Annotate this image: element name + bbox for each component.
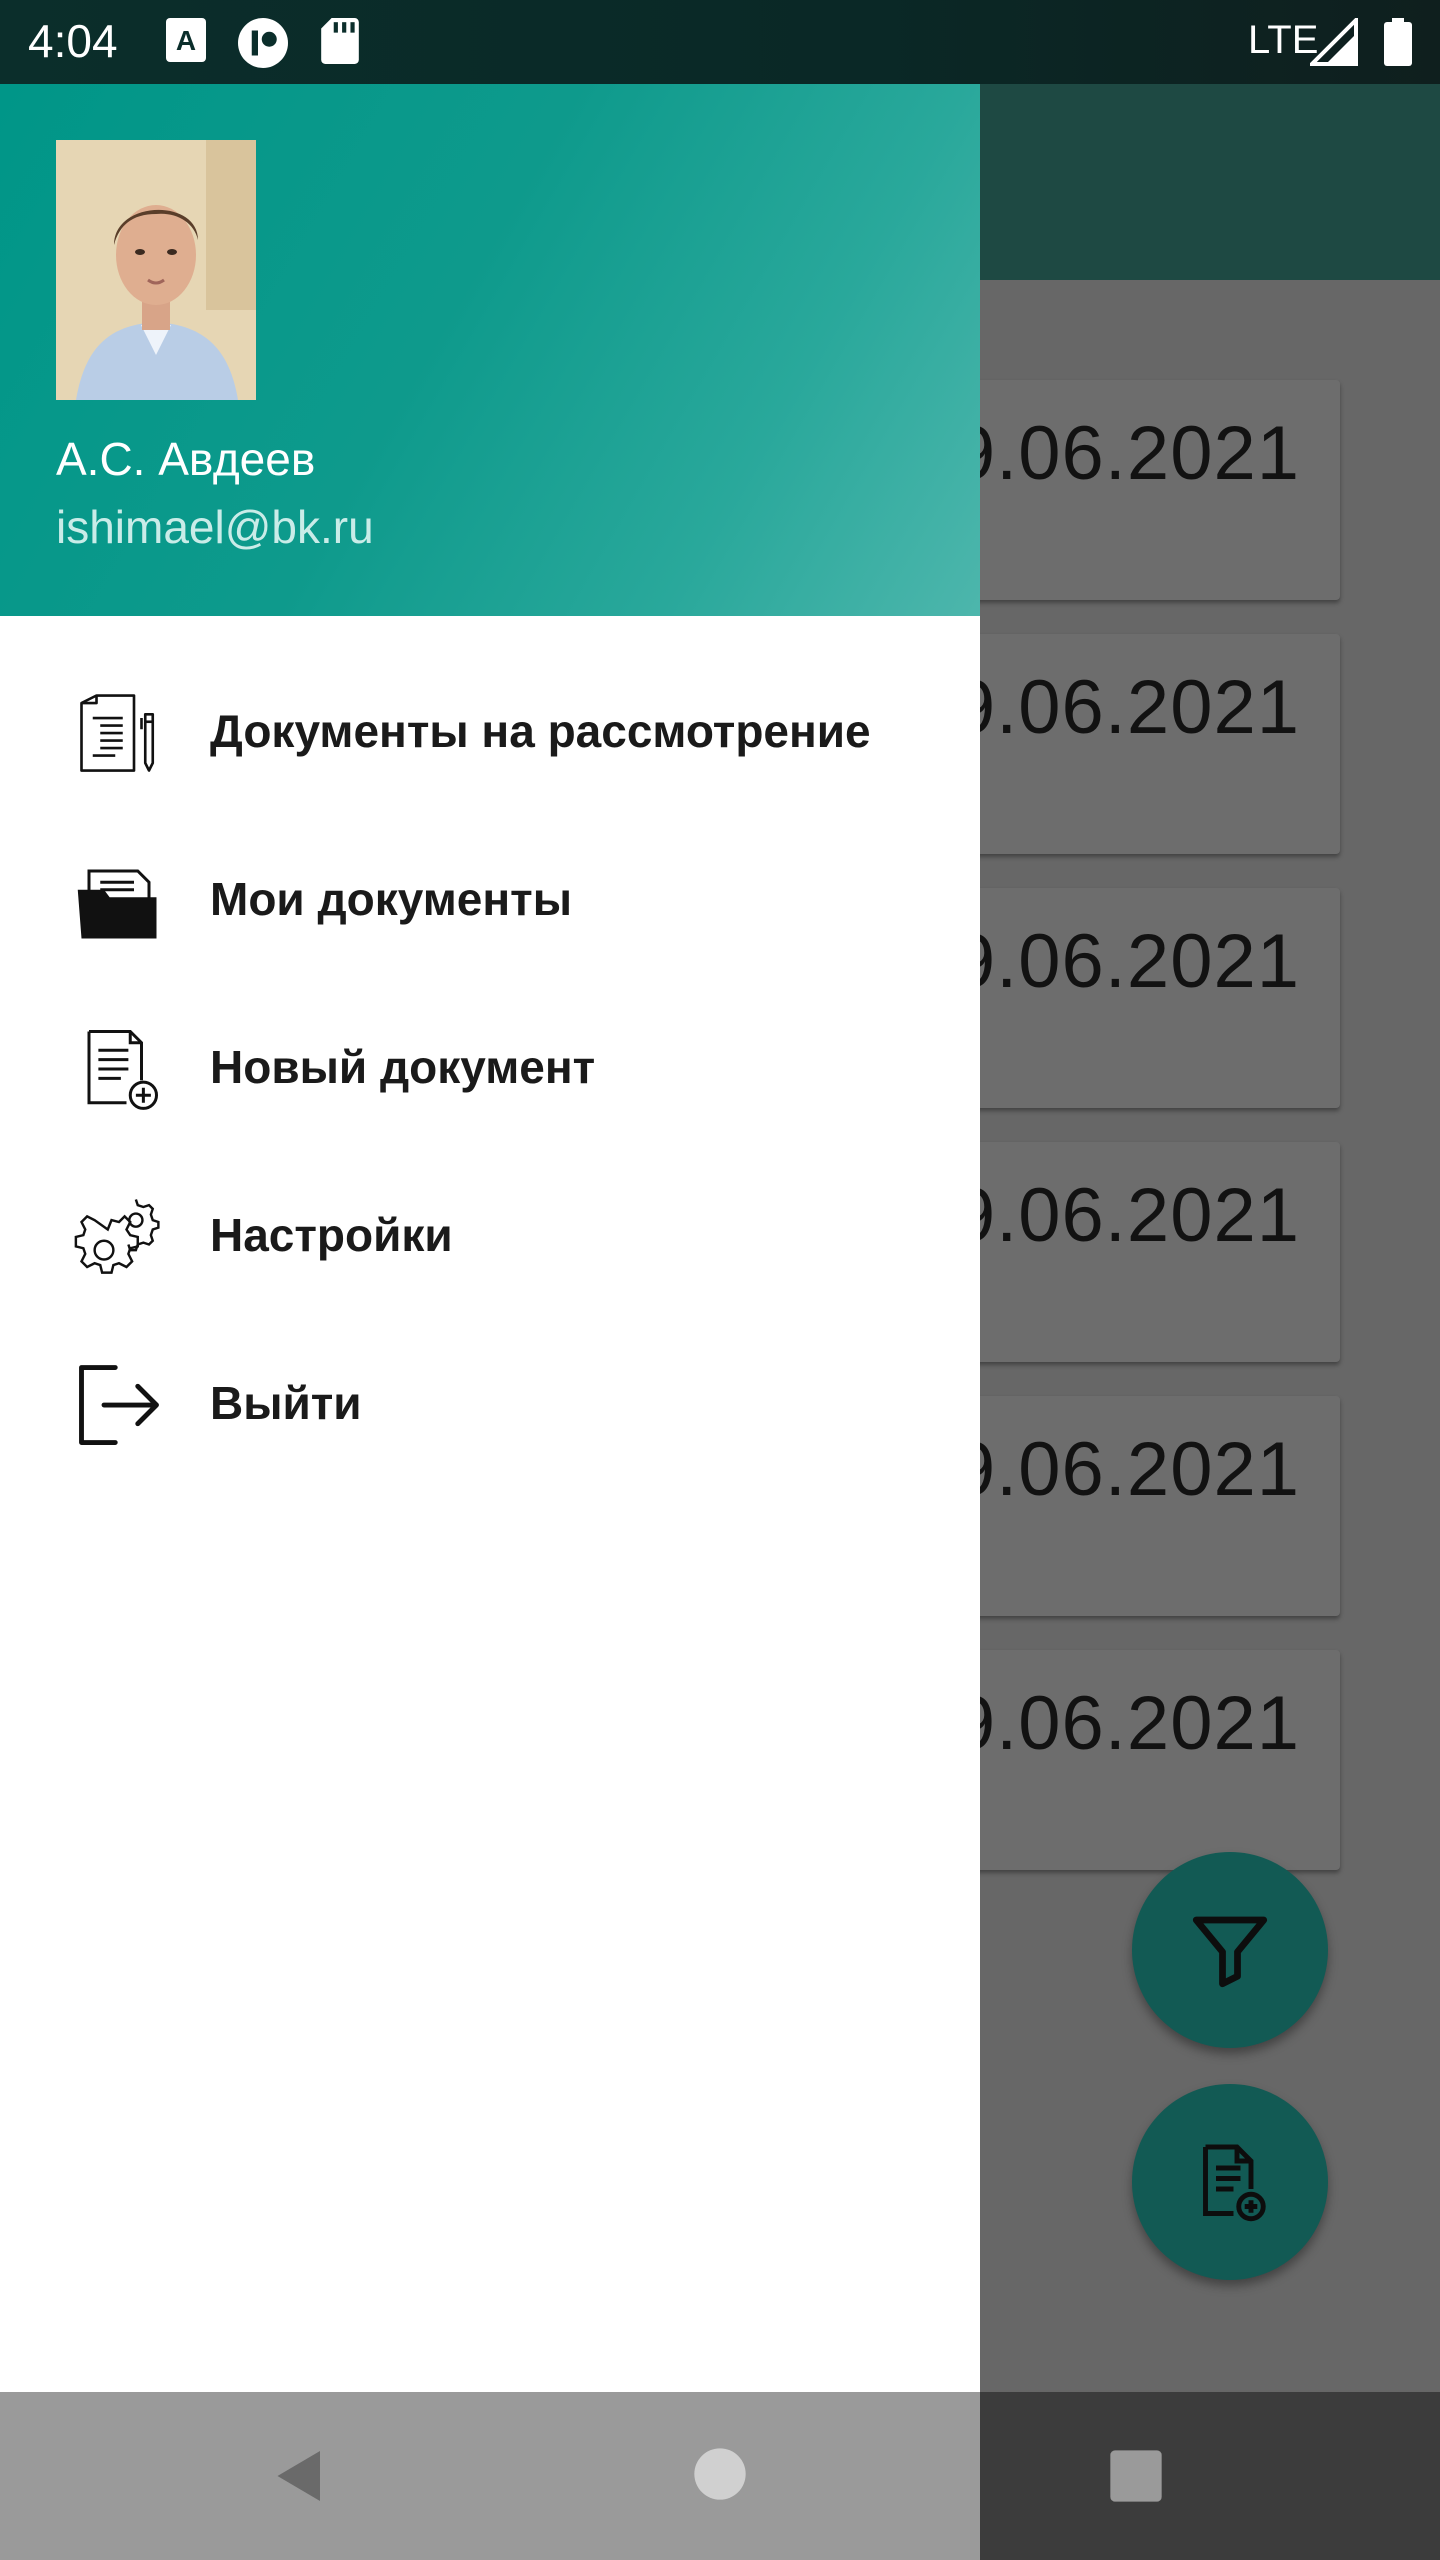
new-document-icon [87, 1030, 158, 1110]
battery-icon [1384, 18, 1412, 66]
menu-item-settings[interactable]: Настройки [0, 1150, 980, 1318]
drawer-header: А.С. Авдеев ishimael@bk.ru [0, 84, 980, 616]
menu-item-label: Мои документы [210, 873, 572, 925]
menu-item-logout[interactable]: Выйти [0, 1318, 980, 1486]
new-document-icon [1203, 2144, 1266, 2222]
filter-fab[interactable] [1132, 1852, 1328, 2048]
menu-item-label: Документы на рассмотрение [210, 705, 871, 757]
user-email: ishimael@bk.ru [56, 501, 374, 553]
menu-item-label: Новый документ [210, 1041, 596, 1093]
new-document-fab[interactable] [1132, 2084, 1328, 2280]
filter-icon [1192, 1916, 1268, 1988]
signal-icon [1310, 18, 1358, 66]
system-nav-bar [0, 2392, 1440, 2560]
user-photo-icon [56, 140, 256, 400]
menu-item-label: Настройки [210, 1209, 453, 1261]
logout-icon [79, 1365, 159, 1445]
network-type: LTE [1248, 18, 1319, 62]
status-bar: 4:04 A LTE [0, 0, 1440, 84]
folder-icon [77, 869, 157, 939]
user-avatar[interactable] [56, 140, 256, 400]
app-notification-icon [238, 18, 288, 68]
sd-card-icon [321, 18, 359, 64]
keyboard-notification-icon: A [166, 18, 206, 62]
home-button[interactable] [692, 2446, 748, 2502]
back-button[interactable] [270, 2446, 330, 2506]
nav-bar-scrim [0, 2392, 980, 2560]
documents-review-icon [80, 694, 155, 772]
menu-item-documents-review[interactable]: Документы на рассмотрение [0, 646, 980, 814]
user-name: А.С. Авдеев [56, 433, 316, 485]
menu-item-label: Выйти [210, 1377, 362, 1429]
settings-icon [74, 1199, 160, 1274]
menu-item-new-document[interactable]: Новый документ [0, 982, 980, 1150]
recents-button[interactable] [1108, 2448, 1164, 2504]
menu-item-my-documents[interactable]: Мои документы [0, 814, 980, 982]
navigation-drawer: А.С. Авдеев ishimael@bk.ru Документы на … [0, 84, 980, 2392]
svg-text:A: A [176, 25, 196, 56]
status-time: 4:04 [28, 15, 118, 67]
